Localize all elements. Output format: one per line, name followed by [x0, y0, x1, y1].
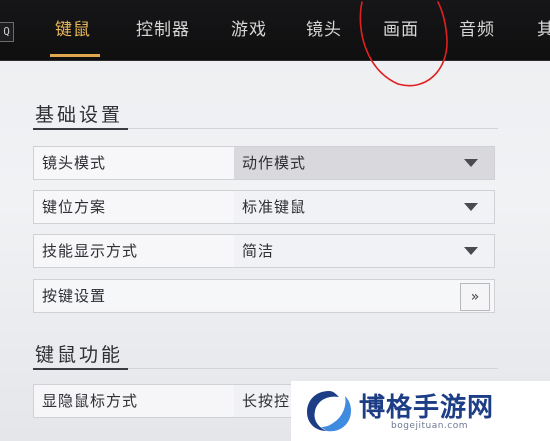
q-key-hint[interactable]: Q [0, 22, 14, 42]
camera-mode-dropdown[interactable]: 动作模式 [234, 147, 494, 179]
key-scheme-dropdown[interactable]: 标准键鼠 [234, 191, 494, 223]
tab-controller[interactable]: 控制器 [136, 0, 190, 60]
setting-label: 技能显示方式 [42, 242, 139, 260]
open-key-bindings-button[interactable]: » [460, 283, 490, 311]
active-tab-indicator [50, 54, 100, 57]
setting-row-key-bindings[interactable]: 按键设置 » [33, 279, 495, 313]
section-title-kbm-functions: 键鼠功能 [35, 344, 124, 366]
tab-other[interactable]: 其 [537, 0, 550, 60]
section-divider [128, 128, 498, 129]
setting-label: 按键设置 [42, 287, 107, 305]
tab-audio[interactable]: 音频 [459, 0, 495, 60]
section-divider [128, 368, 498, 369]
dropdown-value: 长按控 [242, 392, 291, 410]
tab-camera[interactable]: 镜头 [306, 0, 342, 60]
skill-display-dropdown[interactable]: 简洁 [234, 235, 494, 267]
watermark-url: bogejituan.com [391, 421, 469, 431]
chevron-down-icon[interactable] [464, 247, 478, 255]
section-underline [33, 368, 128, 370]
chevron-down-icon[interactable] [464, 203, 478, 211]
tab-game[interactable]: 游戏 [231, 0, 267, 60]
watermark-logo-icon [307, 391, 351, 432]
watermark-title: 博格手游网 [359, 393, 495, 423]
setting-label: 显隐鼠标方式 [42, 392, 139, 410]
top-tab-bar: Q 键鼠 控制器 游戏 镜头 画面 音频 其 [0, 0, 550, 61]
setting-row-skill-display[interactable]: 技能显示方式 简洁 [33, 234, 495, 268]
chevron-down-icon[interactable] [464, 159, 478, 167]
section-underline [33, 128, 128, 130]
setting-label: 镜头模式 [42, 154, 107, 172]
section-title-basic: 基础设置 [35, 104, 124, 126]
setting-row-key-scheme[interactable]: 键位方案 标准键鼠 [33, 190, 495, 224]
setting-label: 键位方案 [42, 198, 107, 216]
watermark-banner: 博格手游网 bogejituan.com [291, 381, 550, 441]
tab-keyboard-mouse[interactable]: 键鼠 [55, 0, 91, 60]
dropdown-value: 简洁 [242, 242, 275, 260]
dropdown-value: 标准键鼠 [242, 198, 307, 216]
setting-row-camera-mode[interactable]: 镜头模式 动作模式 [33, 146, 495, 180]
annotation-circle [359, 1, 448, 87]
dropdown-value: 动作模式 [242, 154, 307, 172]
